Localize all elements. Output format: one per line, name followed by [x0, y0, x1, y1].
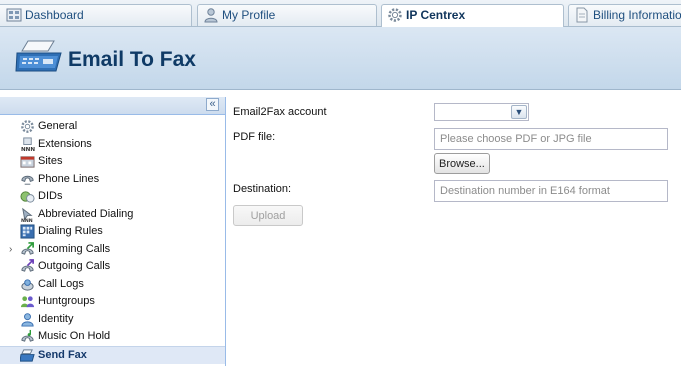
pdf-file-input[interactable]	[434, 128, 668, 150]
sidebar-nav: General NNN Extensions Sites Phone Lines…	[0, 118, 225, 364]
outgoing-calls-icon	[21, 259, 34, 272]
identity-icon	[21, 312, 34, 327]
sidebar-item-label: Huntgroups	[38, 295, 95, 307]
upload-button[interactable]: Upload	[233, 205, 303, 226]
page-header: Email To Fax	[0, 27, 681, 90]
expand-arrow-icon[interactable]: ›	[9, 241, 12, 258]
collapse-sidebar-button[interactable]: «	[206, 98, 219, 111]
destination-label: Destination:	[233, 183, 292, 195]
sidebar-item-label: Incoming Calls	[38, 242, 111, 255]
email2fax-account-select[interactable]: ▼	[434, 103, 529, 121]
sidebar-item-sites[interactable]: Sites	[0, 153, 225, 171]
tab-billing-information[interactable]: Billing Informatio	[568, 4, 681, 26]
sidebar-item-label: DIDs	[38, 190, 63, 202]
sidebar-item-general[interactable]: General	[0, 118, 225, 136]
huntgroups-icon	[20, 296, 35, 308]
sidebar-item-music-on-hold[interactable]: Music On Hold	[0, 328, 225, 346]
user-icon	[204, 8, 218, 23]
pdf-file-label: PDF file:	[233, 131, 276, 143]
sidebar: « General NNN Extensions Sites Phone Lin…	[0, 97, 226, 366]
svg-text:NNN: NNN	[21, 147, 35, 152]
sidebar-item-label: Phone Lines	[38, 172, 100, 185]
sidebar-item-abbreviated-dialing[interactable]: NNN Abbreviated Dialing	[0, 206, 225, 224]
gear-icon	[21, 120, 34, 133]
tab-ip-centrex[interactable]: IP Centrex	[381, 4, 564, 27]
sidebar-item-label: Send Fax	[38, 348, 87, 361]
sidebar-item-huntgroups[interactable]: Huntgroups	[0, 293, 225, 311]
gear-icon	[388, 8, 402, 22]
extensions-icon: NNN	[21, 136, 35, 152]
destination-input[interactable]	[434, 180, 668, 202]
sidebar-item-label: Outgoing Calls	[38, 260, 111, 272]
document-icon	[576, 7, 588, 23]
chevron-down-icon[interactable]: ▼	[511, 105, 527, 119]
sidebar-item-label: Call Logs	[38, 277, 84, 290]
abbreviated-dialing-icon: NNN	[21, 207, 33, 222]
dids-icon	[20, 191, 35, 203]
sidebar-item-call-logs[interactable]: Call Logs	[0, 276, 225, 294]
tab-bar: Dashboard My Profile IP Centrex Billing …	[0, 0, 681, 27]
sidebar-item-label: Dialing Rules	[38, 225, 103, 237]
sidebar-item-incoming-calls[interactable]: › Incoming Calls	[0, 241, 225, 259]
call-logs-icon	[21, 278, 34, 291]
phone-lines-icon	[21, 175, 34, 185]
tab-label: IP Centrex	[406, 8, 466, 22]
sidebar-item-label: Music On Hold	[38, 330, 111, 342]
sidebar-item-dids[interactable]: DIDs	[0, 188, 225, 206]
sidebar-item-phone-lines[interactable]: Phone Lines	[0, 171, 225, 189]
sidebar-item-label: Abbreviated Dialing	[38, 207, 134, 220]
dialing-rules-icon	[20, 224, 35, 239]
music-on-hold-icon	[21, 329, 34, 342]
sidebar-item-send-fax[interactable]: Send Fax	[0, 345, 225, 364]
sidebar-header: «	[0, 97, 225, 115]
svg-text:NNN: NNN	[21, 218, 33, 222]
browse-button[interactable]: Browse...	[434, 153, 490, 174]
email2fax-account-label: Email2Fax account	[233, 106, 327, 118]
sidebar-item-identity[interactable]: Identity	[0, 311, 225, 329]
tab-label: Dashboard	[25, 8, 84, 22]
tab-dashboard[interactable]: Dashboard	[0, 4, 192, 26]
sidebar-item-label: Extensions	[38, 137, 92, 150]
fax-machine-icon	[15, 40, 62, 72]
sites-icon	[20, 156, 35, 168]
sidebar-item-extensions[interactable]: NNN Extensions	[0, 136, 225, 154]
tab-label: Billing Informatio	[593, 8, 681, 22]
sidebar-item-label: General	[38, 120, 78, 132]
fax-icon	[20, 348, 35, 362]
sidebar-item-dialing-rules[interactable]: Dialing Rules	[0, 223, 225, 241]
sidebar-item-label: Identity	[38, 312, 74, 325]
tab-label: My Profile	[222, 8, 276, 22]
tab-my-profile[interactable]: My Profile	[197, 4, 377, 26]
sidebar-item-label: Sites	[38, 155, 63, 167]
dashboard-icon	[6, 8, 22, 22]
incoming-calls-icon	[21, 241, 34, 255]
page-title: Email To Fax	[68, 48, 196, 71]
sidebar-item-outgoing-calls[interactable]: Outgoing Calls	[0, 258, 225, 276]
